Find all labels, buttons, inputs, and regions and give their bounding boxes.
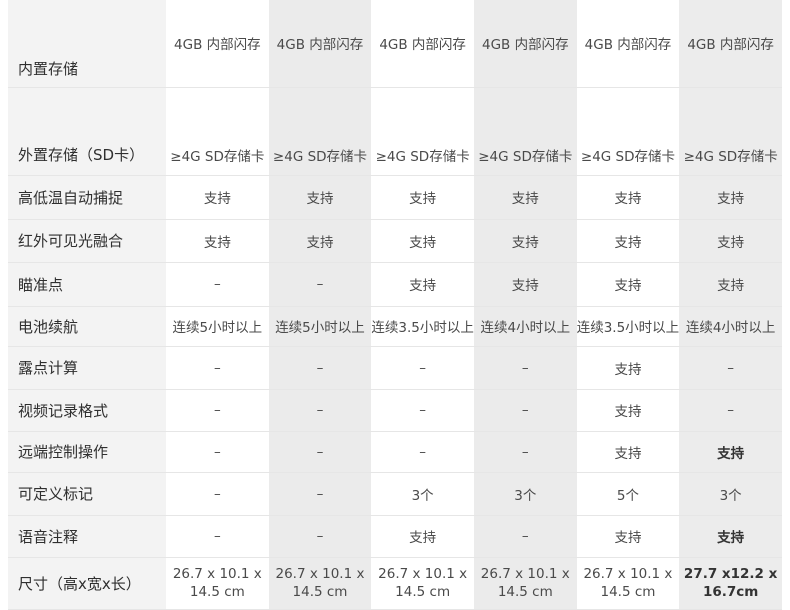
spec-cell: 26.7 x 10.1 x 14.5 cm	[473, 556, 577, 610]
spec-cell: ≥4G SD存储卡	[679, 86, 782, 176]
spec-cell: –	[268, 388, 372, 432]
spec-cell: ≥4G SD存储卡	[576, 86, 680, 176]
spec-cell: –	[166, 514, 269, 558]
spec-cell: –	[166, 388, 269, 432]
spec-cell: 3个	[473, 471, 577, 516]
spec-cell: 支持	[371, 218, 474, 263]
table-row: 内置存储 4GB 内部闪存 4GB 内部闪存 4GB 内部闪存 4GB 内部闪存…	[8, 0, 782, 88]
spec-comparison: 内置存储 4GB 内部闪存 4GB 内部闪存 4GB 内部闪存 4GB 内部闪存…	[0, 0, 790, 610]
spec-cell: 支持	[371, 261, 474, 307]
table-row: 远端控制操作 – – – – 支持 支持	[8, 430, 782, 473]
spec-cell: 4GB 内部闪存	[576, 0, 680, 88]
row-label: 瞄准点	[8, 261, 166, 307]
spec-cell: 支持	[576, 388, 680, 432]
spec-cell: –	[268, 430, 372, 473]
spec-cell: ≥4G SD存储卡	[371, 86, 474, 176]
spec-cell: 支持	[268, 174, 372, 220]
spec-cell: 支持	[473, 174, 577, 220]
row-label: 尺寸（高x宽x长）	[8, 556, 166, 610]
spec-cell: 支持	[473, 261, 577, 307]
spec-cell: –	[268, 345, 372, 390]
spec-cell: ≥4G SD存储卡	[166, 86, 269, 176]
table-row: 尺寸（高x宽x长） 26.7 x 10.1 x 14.5 cm 26.7 x 1…	[8, 556, 782, 610]
table-row: 瞄准点 – – 支持 支持 支持 支持	[8, 261, 782, 307]
spec-cell: –	[371, 430, 474, 473]
spec-cell: 26.7 x 10.1 x 14.5 cm	[371, 556, 474, 610]
row-label: 电池续航	[8, 305, 166, 347]
spec-cell: 支持	[166, 218, 269, 263]
row-label: 高低温自动捕捉	[8, 174, 166, 220]
table-row: 红外可见光融合 支持 支持 支持 支持 支持 支持	[8, 218, 782, 263]
row-label: 视频记录格式	[8, 388, 166, 432]
spec-cell: –	[371, 345, 474, 390]
spec-cell: 支持	[576, 514, 680, 558]
spec-cell: 26.7 x 10.1 x 14.5 cm	[268, 556, 372, 610]
spec-cell: 支持	[679, 430, 782, 473]
spec-cell: 4GB 内部闪存	[371, 0, 474, 88]
row-label: 可定义标记	[8, 471, 166, 516]
spec-cell: 4GB 内部闪存	[166, 0, 269, 88]
row-label: 语音注释	[8, 514, 166, 558]
row-label: 内置存储	[8, 0, 166, 88]
table-row: 视频记录格式 – – – – 支持 –	[8, 388, 782, 432]
spec-cell: 支持	[576, 174, 680, 220]
spec-cell: 支持	[679, 174, 782, 220]
row-label: 远端控制操作	[8, 430, 166, 473]
spec-cell: 支持	[679, 261, 782, 307]
spec-cell: –	[166, 345, 269, 390]
spec-cell: 连续3.5小时以上	[576, 305, 680, 347]
spec-cell: 3个	[371, 471, 474, 516]
spec-cell: –	[473, 388, 577, 432]
spec-cell: –	[473, 345, 577, 390]
spec-cell: –	[166, 430, 269, 473]
spec-cell: –	[268, 514, 372, 558]
spec-cell: –	[473, 430, 577, 473]
spec-cell: 3个	[679, 471, 782, 516]
spec-cell: ≥4G SD存储卡	[268, 86, 372, 176]
spec-cell: –	[268, 261, 372, 307]
spec-table: 内置存储 4GB 内部闪存 4GB 内部闪存 4GB 内部闪存 4GB 内部闪存…	[8, 0, 782, 610]
spec-cell: 4GB 内部闪存	[268, 0, 372, 88]
spec-cell: 支持	[268, 218, 372, 263]
spec-cell: 连续4小时以上	[473, 305, 577, 347]
spec-cell: 支持	[576, 345, 680, 390]
spec-cell: 支持	[679, 514, 782, 558]
spec-cell: 支持	[576, 430, 680, 473]
spec-cell: –	[679, 388, 782, 432]
spec-cell: 支持	[679, 218, 782, 263]
spec-cell: ≥4G SD存储卡	[473, 86, 577, 176]
spec-cell: –	[679, 345, 782, 390]
table-row: 露点计算 – – – – 支持 –	[8, 345, 782, 390]
spec-cell: 5个	[576, 471, 680, 516]
spec-cell: 26.7 x 10.1 x 14.5 cm	[166, 556, 269, 610]
table-row: 电池续航 连续5小时以上 连续5小时以上 连续3.5小时以上 连续4小时以上 连…	[8, 305, 782, 347]
spec-cell: 支持	[576, 261, 680, 307]
spec-cell: –	[268, 471, 372, 516]
spec-cell: –	[371, 388, 474, 432]
spec-cell: –	[166, 261, 269, 307]
spec-cell: –	[473, 514, 577, 558]
table-row: 高低温自动捕捉 支持 支持 支持 支持 支持 支持	[8, 174, 782, 220]
table-row: 可定义标记 – – 3个 3个 5个 3个	[8, 471, 782, 516]
row-label: 露点计算	[8, 345, 166, 390]
spec-cell: –	[166, 471, 269, 516]
spec-cell: 4GB 内部闪存	[473, 0, 577, 88]
row-label: 红外可见光融合	[8, 218, 166, 263]
spec-cell: 27.7 x12.2 x 16.7cm	[679, 556, 782, 610]
row-label: 外置存储（SD卡）	[8, 86, 166, 176]
spec-cell: 支持	[371, 514, 474, 558]
spec-cell: 连续5小时以上	[166, 305, 269, 347]
spec-cell: 支持	[371, 174, 474, 220]
table-row: 外置存储（SD卡） ≥4G SD存储卡 ≥4G SD存储卡 ≥4G SD存储卡 …	[8, 86, 782, 176]
table-row: 语音注释 – – 支持 – 支持 支持	[8, 514, 782, 558]
spec-cell: 26.7 x 10.1 x 14.5 cm	[576, 556, 680, 610]
spec-cell: 支持	[576, 218, 680, 263]
spec-cell: 连续4小时以上	[679, 305, 782, 347]
spec-cell: 支持	[166, 174, 269, 220]
spec-cell: 支持	[473, 218, 577, 263]
spec-cell: 4GB 内部闪存	[679, 0, 782, 88]
spec-cell: 连续5小时以上	[268, 305, 372, 347]
spec-cell: 连续3.5小时以上	[371, 305, 474, 347]
